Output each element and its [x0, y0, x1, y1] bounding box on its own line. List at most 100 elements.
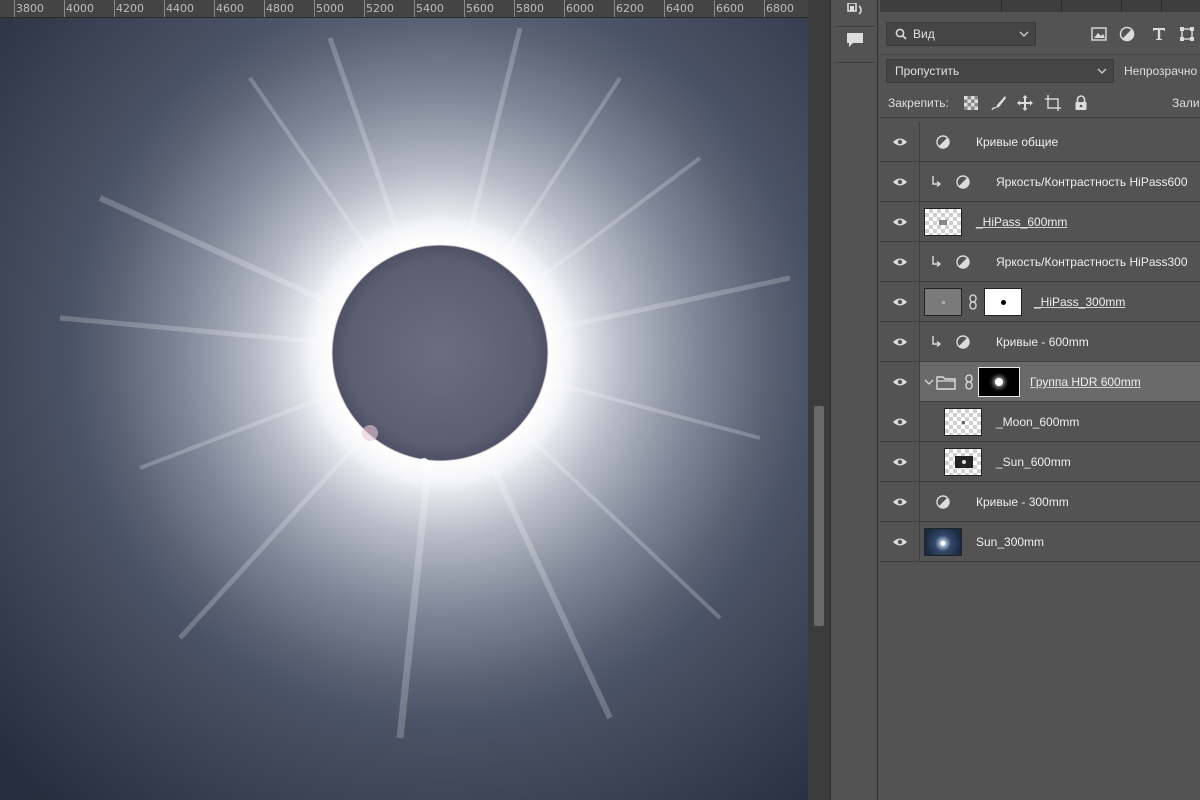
mask-link-chain-icon[interactable] — [968, 294, 978, 310]
search-icon — [895, 28, 907, 40]
layers-panel: Вид Пропустить Непрозрачно Закрепить: За… — [880, 0, 1200, 800]
layer-name: Кривые - 600mm — [996, 335, 1089, 349]
layer-row-brightness-hipass300[interactable]: Яркость/Контрастность HiPass300 — [880, 242, 1200, 282]
eclipse-photo-render — [0, 18, 808, 800]
comment-icon[interactable] — [841, 28, 869, 52]
visibility-eye-icon[interactable] — [880, 482, 920, 522]
collapsed-panel-strip — [830, 0, 878, 800]
layer-row-curves-global[interactable]: Кривые общие — [880, 122, 1200, 162]
ruler-tick — [14, 0, 15, 17]
layer-row-hipass-600mm[interactable]: _HiPass_600mm — [880, 202, 1200, 242]
ruler-tick — [664, 0, 665, 17]
layer-thumbnail — [944, 408, 982, 436]
panel-tab[interactable] — [1122, 0, 1162, 12]
eclipse-image[interactable] — [0, 18, 808, 800]
layer-mask-thumbnail[interactable] — [984, 288, 1022, 316]
document-canvas-area[interactable]: 3800 4000 4200 4400 4600 4800 5000 5200 … — [0, 0, 830, 800]
ruler-label: 4600 — [216, 2, 244, 15]
ruler-tick — [164, 0, 165, 17]
ruler-tick — [464, 0, 465, 17]
lock-label: Закрепить: — [888, 96, 949, 110]
layer-row-hipass-300mm[interactable]: _HiPass_300mm — [880, 282, 1200, 322]
lock-transparent-pixels-icon[interactable] — [962, 94, 980, 112]
mask-link-chain-icon[interactable] — [964, 374, 974, 390]
visibility-eye-icon[interactable] — [880, 242, 920, 282]
ruler-label: 6800 — [766, 2, 794, 15]
image-filter-icon[interactable] — [1088, 24, 1110, 44]
blend-mode-select[interactable]: Пропустить — [886, 59, 1114, 83]
visibility-eye-icon[interactable] — [880, 362, 920, 402]
adjust-history-icon[interactable] — [841, 0, 869, 24]
lock-artboard-icon[interactable] — [1044, 94, 1062, 112]
lock-position-icon[interactable] — [1016, 94, 1034, 112]
layer-name: Яркость/Контрастность HiPass300 — [996, 255, 1188, 269]
fill-label: Зали — [1172, 96, 1200, 110]
visibility-eye-icon[interactable] — [880, 122, 920, 162]
visibility-eye-icon[interactable] — [880, 202, 920, 242]
folder-icon — [936, 376, 956, 390]
layer-filter-select[interactable]: Вид — [886, 22, 1036, 46]
ruler-tick — [64, 0, 65, 17]
adjustment-filter-icon[interactable] — [1116, 24, 1138, 44]
ruler-tick — [364, 0, 365, 17]
chevron-down-icon — [1097, 68, 1107, 74]
ruler-tick — [614, 0, 615, 17]
opacity-label: Непрозрачно — [1124, 64, 1198, 78]
panel-tab[interactable] — [932, 0, 1002, 12]
lock-all-icon[interactable] — [1072, 94, 1090, 112]
group-mask-thumbnail[interactable] — [978, 367, 1020, 397]
ruler-tick — [314, 0, 315, 17]
visibility-eye-icon[interactable] — [880, 402, 920, 442]
layer-name: _Sun_600mm — [996, 455, 1071, 469]
layer-filter-value: Вид — [913, 27, 935, 41]
blend-mode-row: Пропустить Непрозрачно — [880, 54, 1200, 84]
visibility-eye-icon[interactable] — [880, 162, 920, 202]
shape-filter-icon[interactable] — [1176, 24, 1198, 44]
ruler-label: 6400 — [666, 2, 694, 15]
ruler-label: 5600 — [466, 2, 494, 15]
layer-row-sun-300mm[interactable]: Sun_300mm — [880, 522, 1200, 562]
layer-row-curves-600mm[interactable]: Кривые - 600mm — [880, 322, 1200, 362]
horizontal-ruler[interactable]: 3800 4000 4200 4400 4600 4800 5000 5200 … — [0, 0, 808, 18]
ruler-label: 5800 — [516, 2, 544, 15]
clipping-mask-arrow-icon — [932, 256, 942, 268]
layer-row-group-hdr-600mm[interactable]: Группа HDR 600mm — [880, 362, 1200, 402]
ruler-tick — [114, 0, 115, 17]
layer-row-curves-300mm[interactable]: Кривые - 300mm — [880, 482, 1200, 522]
group-expand-chevron-icon[interactable] — [924, 377, 934, 387]
adjustment-layer-icon — [936, 135, 950, 149]
ruler-tick — [264, 0, 265, 17]
layer-row-brightness-hipass600[interactable]: Яркость/Контрастность HiPass600 — [880, 162, 1200, 202]
visibility-eye-icon[interactable] — [880, 282, 920, 322]
ruler-label: 5400 — [416, 2, 444, 15]
layer-name: _Moon_600mm — [996, 415, 1080, 429]
ruler-tick — [714, 0, 715, 17]
layer-filter-row: Вид — [880, 14, 1200, 54]
visibility-eye-icon[interactable] — [880, 322, 920, 362]
layer-name: Группа HDR 600mm — [1030, 375, 1141, 389]
panel-tab[interactable] — [1002, 0, 1062, 12]
adjustment-layer-icon — [956, 255, 970, 269]
ruler-label: 4800 — [266, 2, 294, 15]
chevron-down-icon — [1019, 31, 1029, 37]
adjustment-layer-icon — [956, 335, 970, 349]
ruler-label: 6600 — [716, 2, 744, 15]
visibility-eye-icon[interactable] — [880, 442, 920, 482]
ruler-label: 4400 — [166, 2, 194, 15]
vertical-scrollbar-thumb[interactable] — [814, 406, 824, 626]
layer-thumbnail — [944, 448, 982, 476]
adjustment-layer-icon — [956, 175, 970, 189]
layer-row-sun-600mm[interactable]: _Sun_600mm — [880, 442, 1200, 482]
layer-thumbnail — [924, 528, 962, 556]
ruler-label: 5200 — [366, 2, 394, 15]
layer-row-moon-600mm[interactable]: _Moon_600mm — [880, 402, 1200, 442]
lock-image-pixels-icon[interactable] — [990, 94, 1008, 112]
visibility-eye-icon[interactable] — [880, 522, 920, 562]
ruler-label: 6000 — [566, 2, 594, 15]
strip-divider — [835, 62, 875, 63]
layer-name: Кривые - 300mm — [976, 495, 1069, 509]
layer-name: Яркость/Контрастность HiPass600 — [996, 175, 1188, 189]
panel-tab[interactable] — [1062, 0, 1122, 12]
type-filter-icon[interactable] — [1148, 24, 1170, 44]
vertical-scrollbar[interactable] — [808, 0, 830, 800]
